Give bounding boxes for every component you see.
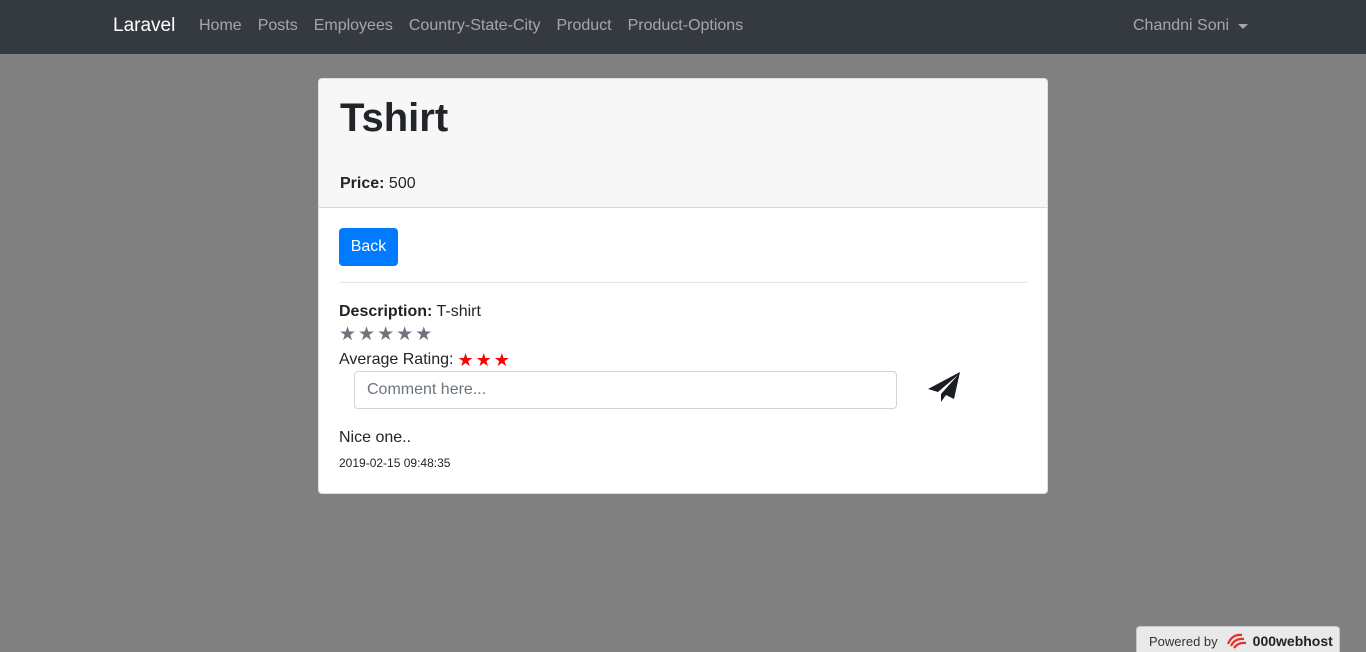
rating-input: ★ ★ ★ ★ ★ bbox=[339, 324, 434, 346]
nav-link-country-state-city[interactable]: Country-State-City bbox=[409, 17, 541, 35]
average-rating: Average Rating: ★ ★ ★ bbox=[339, 351, 510, 369]
average-rating-label: Average Rating: bbox=[339, 351, 454, 368]
user-dropdown[interactable]: Chandni Soni bbox=[1133, 17, 1249, 35]
nav-link-posts[interactable]: Posts bbox=[258, 17, 298, 35]
nav-link-home[interactable]: Home bbox=[199, 17, 242, 35]
product-card: Tshirt Price: 500 Back Description: T-sh… bbox=[318, 78, 1048, 494]
star-icon[interactable]: ★ bbox=[339, 324, 356, 346]
card-header: Tshirt Price: 500 bbox=[319, 79, 1047, 208]
star-icon: ★ bbox=[457, 350, 474, 370]
paper-plane-icon bbox=[928, 372, 960, 402]
webhost-logo-icon bbox=[1226, 632, 1248, 650]
send-comment-button[interactable] bbox=[924, 367, 964, 407]
price-label: Price: bbox=[340, 175, 385, 192]
webhost-brand: 000webhost bbox=[1252, 633, 1333, 649]
star-icon[interactable]: ★ bbox=[358, 324, 375, 346]
description-label: Description: bbox=[339, 303, 433, 320]
divider bbox=[339, 282, 1027, 283]
navbar: Laravel Home Posts Employees Country-Sta… bbox=[0, 0, 1366, 54]
price-line: Price: 500 bbox=[340, 175, 416, 193]
price-value: 500 bbox=[388, 175, 416, 192]
description-line: Description: T-shirt bbox=[339, 303, 481, 321]
star-icon[interactable]: ★ bbox=[377, 324, 394, 346]
user-name: Chandni Soni bbox=[1133, 17, 1230, 34]
comment-timestamp: 2019-02-15 09:48:35 bbox=[339, 456, 451, 470]
powered-by-badge[interactable]: Powered by 000webhost bbox=[1136, 626, 1340, 652]
product-title: Tshirt bbox=[340, 96, 449, 140]
star-icon[interactable]: ★ bbox=[396, 324, 413, 346]
nav-link-employees[interactable]: Employees bbox=[314, 17, 393, 35]
navbar-brand[interactable]: Laravel bbox=[113, 15, 175, 37]
star-icon[interactable]: ★ bbox=[415, 324, 432, 346]
description-value: T-shirt bbox=[436, 303, 481, 320]
star-icon: ★ bbox=[475, 350, 492, 370]
nav-link-product-options[interactable]: Product-Options bbox=[628, 17, 744, 35]
caret-down-icon bbox=[1238, 24, 1249, 29]
comment-text: Nice one.. bbox=[339, 429, 412, 446]
nav-link-product[interactable]: Product bbox=[556, 17, 611, 35]
powered-by-label: Powered by bbox=[1149, 633, 1218, 649]
star-icon: ★ bbox=[493, 350, 510, 370]
back-button[interactable]: Back bbox=[339, 228, 398, 266]
comment-input[interactable] bbox=[354, 371, 897, 409]
nav-links: Home Posts Employees Country-State-City … bbox=[199, 17, 759, 35]
